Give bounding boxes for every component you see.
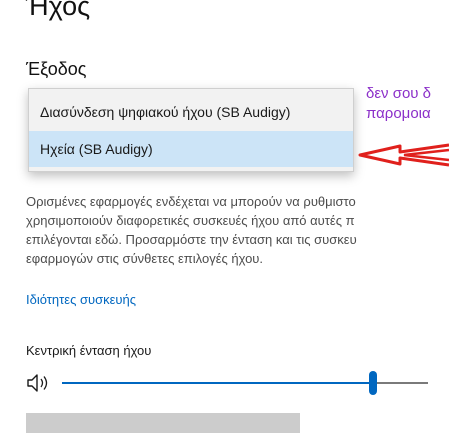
description-line: χρησιμοποιούν διαφορετικές συσκευές ήχου… xyxy=(26,213,355,228)
volume-slider-fill xyxy=(62,382,373,384)
dropdown-option-speakers[interactable]: Ηχεία (SB Audigy) xyxy=(29,131,353,167)
description-line: Ορισμένες εφαρμογές ενδέχεται να μπορούν… xyxy=(26,194,356,209)
speaker-volume-icon[interactable] xyxy=(26,372,52,394)
annotation-line: δεν σου δ xyxy=(366,85,432,102)
annotation-note: δεν σου δ παρομοια xyxy=(366,84,431,124)
annotation-line: παρομοια xyxy=(366,105,431,122)
description-line: εφαρμογών στις σύνθετες επιλογές ήχου. xyxy=(26,251,264,266)
output-section-title: Έξοδος xyxy=(26,59,87,79)
output-description: Ορισμένες εφαρμογές ενδέχεται να μπορούν… xyxy=(26,192,449,278)
description-line: επιλέγονται εδώ. Προσαρμόστε την ένταση … xyxy=(26,232,357,247)
bottom-button-partial[interactable] xyxy=(26,413,300,433)
dropdown-option-digital-audio[interactable]: Διασύνδεση ψηφιακού ήχου (SB Audigy) xyxy=(29,94,353,130)
page-title: Ήχος xyxy=(26,0,91,21)
output-device-dropdown[interactable]: Διασύνδεση ψηφιακού ήχου (SB Audigy) Ηχε… xyxy=(28,88,354,172)
master-volume-label: Κεντρική ένταση ήχου xyxy=(26,343,152,358)
red-arrow-annotation xyxy=(358,143,449,167)
volume-slider-thumb[interactable] xyxy=(369,371,377,395)
device-properties-link[interactable]: Ιδιότητες συσκευής xyxy=(26,292,136,307)
